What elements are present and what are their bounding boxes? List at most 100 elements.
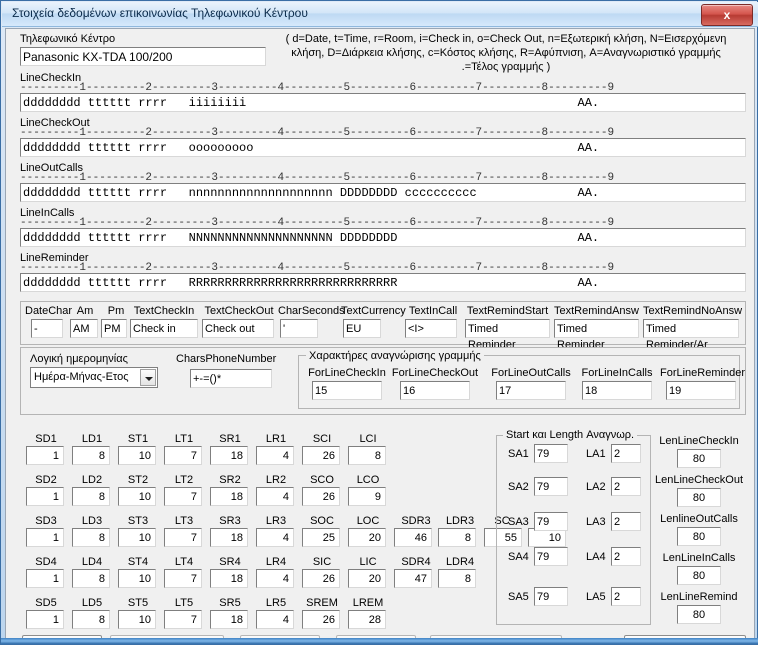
line-input-1[interactable]: dddddddd tttttt rrrr ooooooooo AA. — [20, 138, 746, 157]
field-lt4-label: LT4 — [174, 556, 194, 568]
line-input-3[interactable]: dddddddd tttttt rrrr NNNNNNNNNNNNNNNNNNN… — [20, 228, 746, 247]
field-lr5-input[interactable]: 4 — [256, 610, 294, 629]
field-lenlineremind-input[interactable]: 80 — [677, 605, 721, 624]
field-lenlineincalls-input[interactable]: 80 — [677, 566, 721, 585]
field-textremindstart-input[interactable]: Timed Reminder — [465, 319, 550, 351]
field-lr3-label: LR3 — [265, 515, 287, 527]
field-lt5-input[interactable]: 7 — [164, 610, 202, 629]
field-textremindnoansw-label: TextRemindNoAnsw — [643, 305, 743, 317]
field-st3-input[interactable]: 10 — [118, 528, 156, 547]
field-lco-input[interactable]: 9 — [348, 487, 386, 506]
field-lt3-input[interactable]: 7 — [164, 528, 202, 547]
sa3-input[interactable]: 79 — [534, 512, 568, 531]
field-sr4-input[interactable]: 18 — [210, 569, 248, 588]
field-lci-input[interactable]: 8 — [348, 446, 386, 465]
la5-input[interactable]: 2 — [611, 587, 641, 606]
field-textremindnoansw-input[interactable]: Timed Reminder/Ar — [643, 319, 739, 351]
field-forlineincalls-input[interactable]: 18 — [582, 381, 652, 400]
line-input-2[interactable]: dddddddd tttttt rrrr nnnnnnnnnnnnnnnnnnn… — [20, 183, 746, 202]
la5-label: LA5 — [586, 591, 606, 603]
field-lci: LCI 8 — [348, 433, 388, 469]
field-soc-label: SOC — [310, 515, 334, 527]
field-sdr4-input[interactable]: 47 — [394, 569, 432, 588]
field-lenlinecheckout-input[interactable]: 80 — [677, 488, 721, 507]
field-sr1-input[interactable]: 18 — [210, 446, 248, 465]
field-sdr4: SDR4 47 — [394, 556, 438, 592]
la1-input[interactable]: 2 — [611, 444, 641, 463]
sa5-input[interactable]: 79 — [534, 587, 568, 606]
field-loc-input[interactable]: 20 — [348, 528, 386, 547]
field-textremindansw-input[interactable]: Timed Reminder — [554, 319, 639, 351]
field-st4-input[interactable]: 10 — [118, 569, 156, 588]
field-forlinecheckout: ForLineCheckOut 16 — [391, 367, 479, 407]
field-ld1-input[interactable]: 8 — [72, 446, 110, 465]
close-icon[interactable]: x — [701, 4, 753, 26]
line-input-4[interactable]: dddddddd tttttt rrrr RRRRRRRRRRRRRRRRRRR… — [20, 273, 746, 292]
field-lt1-input[interactable]: 7 — [164, 446, 202, 465]
la4-input[interactable]: 2 — [611, 547, 641, 566]
line-input-0[interactable]: dddddddd tttttt rrrr iiiiiiii AA. — [20, 93, 746, 112]
field-forlinereminder-input[interactable]: 19 — [666, 381, 736, 400]
field-ldr4-input[interactable]: 8 — [438, 569, 476, 588]
field-lt2-input[interactable]: 7 — [164, 487, 202, 506]
field-sd1-input[interactable]: 1 — [26, 446, 64, 465]
chevron-down-icon[interactable] — [140, 369, 156, 386]
field-soc-input[interactable]: 25 — [302, 528, 340, 547]
field-lenlinecheckin-input[interactable]: 80 — [677, 449, 721, 468]
field-lrem-input[interactable]: 28 — [348, 610, 386, 629]
date-logic-select[interactable]: Ημέρα-Μήνας-Ετος — [30, 367, 158, 388]
chars-phone-input[interactable]: +-=()* — [190, 369, 272, 388]
field-sr2-input[interactable]: 18 — [210, 487, 248, 506]
la3-input[interactable]: 2 — [611, 512, 641, 531]
field-charseconds-input[interactable]: ' — [280, 319, 318, 338]
field-forlineoutcalls-input[interactable]: 17 — [496, 381, 566, 400]
field-ld4-input[interactable]: 8 — [72, 569, 110, 588]
field-forlinecheckin-input[interactable]: 15 — [312, 381, 382, 400]
field-forlinecheckout-input[interactable]: 16 — [400, 381, 470, 400]
field-srem-input[interactable]: 26 — [302, 610, 340, 629]
sa2-input[interactable]: 79 — [534, 477, 568, 496]
help-line-2: κλήση, D=Διάρκεια κλήσης, c=Κόστος κλήση… — [291, 47, 721, 59]
la2-input[interactable]: 2 — [611, 477, 641, 496]
field-ld2-input[interactable]: 8 — [72, 487, 110, 506]
field-textcheckin-input[interactable]: Check in — [130, 319, 198, 338]
field-sd5-input[interactable]: 1 — [26, 610, 64, 629]
sa4-input[interactable]: 79 — [534, 547, 568, 566]
field-sd3-input[interactable]: 1 — [26, 528, 64, 547]
field-sci-input[interactable]: 26 — [302, 446, 340, 465]
pbx-input[interactable]: Panasonic KX-TDA 100/200 — [20, 47, 266, 66]
field-sr3-input[interactable]: 18 — [210, 528, 248, 547]
field-lr4-input[interactable]: 4 — [256, 569, 294, 588]
field-datechar-input[interactable]: - — [31, 319, 63, 338]
field-st5-input[interactable]: 10 — [118, 610, 156, 629]
field-lic-input[interactable]: 20 — [348, 569, 386, 588]
field-ld3-input[interactable]: 8 — [72, 528, 110, 547]
field-st1-input[interactable]: 10 — [118, 446, 156, 465]
field-sco-input[interactable]: 26 — [302, 487, 340, 506]
field-textcurrency-input[interactable]: EU — [343, 319, 381, 338]
field-lt4-input[interactable]: 7 — [164, 569, 202, 588]
field-lr3-input[interactable]: 4 — [256, 528, 294, 547]
field-lr1-input[interactable]: 4 — [256, 446, 294, 465]
sa1-input[interactable]: 79 — [534, 444, 568, 463]
field-sic-input[interactable]: 26 — [302, 569, 340, 588]
field-sd2-input[interactable]: 1 — [26, 487, 64, 506]
field-sr3-label: SR3 — [219, 515, 241, 527]
field-lr2-input[interactable]: 4 — [256, 487, 294, 506]
field-datechar-label: DateChar — [25, 305, 73, 317]
date-logic-label: Λογική ημερομηνίας — [30, 353, 128, 365]
field-textcheckout-input[interactable]: Check out — [202, 319, 274, 338]
field-sr5-input[interactable]: 18 — [210, 610, 248, 629]
field-sd5: SD5 1 — [26, 597, 66, 633]
field-am-input[interactable]: AM — [70, 319, 98, 338]
field-lenlineoutcalls-input[interactable]: 80 — [677, 527, 721, 546]
field-sdr3-input[interactable]: 46 — [394, 528, 432, 547]
field-textincall-input[interactable]: <I> — [405, 319, 457, 338]
sa3-label: SA3 — [508, 516, 529, 528]
field-sd3-label: SD3 — [35, 515, 57, 527]
field-ld5-input[interactable]: 8 — [72, 610, 110, 629]
field-st2-input[interactable]: 10 — [118, 487, 156, 506]
field-lenlineremind: LenLineRemind 80 — [651, 591, 747, 627]
field-pm-input[interactable]: PM — [101, 319, 127, 338]
field-sd4-input[interactable]: 1 — [26, 569, 64, 588]
